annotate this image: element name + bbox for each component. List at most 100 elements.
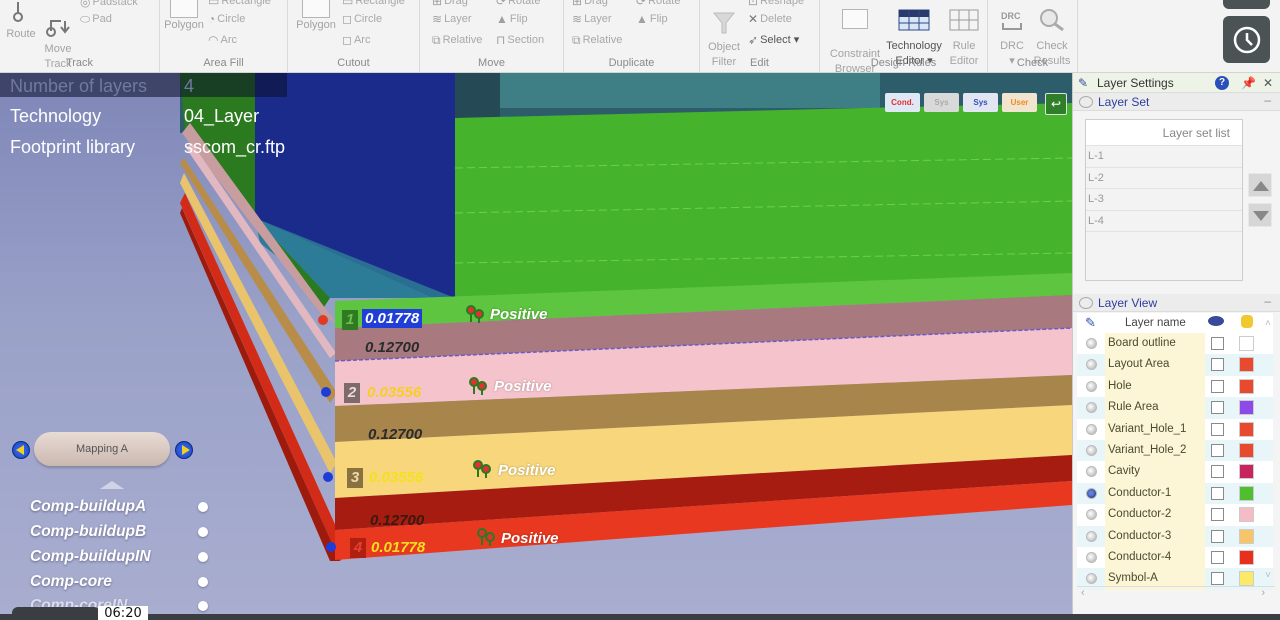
active-layer-radio[interactable] [1086,530,1097,542]
help-icon[interactable]: ? [1215,76,1229,90]
cutout-circle-button[interactable]: ◻ Circle [342,12,382,26]
dielectric-1-thickness[interactable]: 0.12700 [365,339,419,356]
layer-1-marker[interactable] [318,315,328,325]
move-rotate-button[interactable]: ⟳ Rotate [496,0,540,8]
visibility-checkbox[interactable] [1211,337,1224,350]
area-fill-arc-button[interactable]: ◠ Arc [208,33,237,47]
active-layer-radio[interactable] [1086,359,1097,371]
layer-view-row[interactable]: Conductor-1 [1077,482,1273,505]
collapse-caret-icon[interactable] [100,481,124,489]
delete-button[interactable]: ✕ Delete [748,12,792,26]
mapping-item-radio[interactable] [198,552,208,562]
visibility-checkbox[interactable] [1211,551,1224,564]
layer-set-item[interactable]: L-2 [1086,168,1242,189]
active-layer-radio[interactable] [1086,338,1097,349]
mapping-item[interactable]: Comp-core [30,573,112,591]
technology-editor-button[interactable]: Technology Editor ▾ [882,0,946,84]
layer-view-row[interactable]: Rule Area [1077,397,1273,419]
return-button[interactable]: ↩ [1045,93,1067,115]
mapping-item-radio[interactable] [198,601,208,611]
active-layer-radio[interactable] [1086,445,1097,456]
visibility-checkbox[interactable] [1211,465,1224,479]
mapping-item[interactable]: Comp-buildupB [30,523,146,541]
layer-view-row[interactable]: Layout Area [1077,354,1273,376]
layer-view-header[interactable]: Layer View – [1073,294,1280,312]
layer-color-swatch[interactable] [1239,421,1254,437]
active-layer-radio[interactable] [1086,402,1097,414]
layer-color-swatch[interactable] [1239,507,1254,523]
move-drag-button[interactable]: ⊞ Drag [432,0,468,8]
mapping-prev-button[interactable] [12,441,30,459]
visibility-checkbox[interactable] [1211,401,1224,415]
history-button[interactable] [1223,16,1270,63]
layer-view-row[interactable]: Board outline [1077,333,1273,355]
mapping-item-radio[interactable] [198,577,208,587]
collapse-icon[interactable]: – [1264,93,1271,107]
layer-color-swatch[interactable] [1239,571,1254,587]
layer-color-swatch[interactable] [1239,443,1254,458]
duplicate-relative-button[interactable]: ⧉ Relative [572,33,622,47]
video-progress-bar[interactable] [0,614,1280,620]
area-fill-circle-button[interactable]: ◔ Circle [208,12,245,26]
active-layer-radio[interactable] [1086,552,1097,563]
layer-view-row[interactable]: Hole [1077,375,1273,398]
layer-4-polarity[interactable]: Positive [501,530,559,547]
layer-set-header[interactable]: Layer Set – [1073,93,1280,111]
layer-4-marker[interactable] [326,542,336,552]
visibility-eye-icon[interactable] [1208,316,1224,326]
mode-tab-user[interactable]: User [1002,93,1037,112]
layer-2-thickness[interactable]: 0.03556 [367,384,421,401]
active-layer-radio[interactable] [1086,466,1097,478]
layer-view-row[interactable]: Variant_Hole_1 [1077,418,1273,440]
dielectric-3-thickness[interactable]: 0.12700 [370,512,424,529]
cutout-polygon-button[interactable]: Polygon [294,0,338,33]
layer-set-move-down-button[interactable] [1248,203,1272,227]
mapping-item[interactable]: Comp-buildupIN [30,548,151,566]
edit-pencil-icon[interactable]: ✎ [1085,315,1096,331]
dielectric-2-thickness[interactable]: 0.12700 [368,426,422,443]
visibility-checkbox[interactable] [1211,422,1224,436]
mode-tab-sys[interactable]: Sys [963,93,998,112]
layer-1-thickness-input[interactable]: 0.01778 [362,309,423,328]
duplicate-drag-button[interactable]: ⊞ Drag [572,0,608,8]
pad-button[interactable]: ⬭ Pad [80,12,112,26]
reshape-button[interactable]: ⊡ Reshape [748,0,804,8]
active-layer-radio[interactable] [1086,423,1097,435]
visibility-checkbox[interactable] [1211,444,1224,457]
active-layer-radio[interactable] [1086,509,1097,521]
route-button[interactable]: Route [4,2,38,42]
layer-set-item[interactable]: L-1 [1086,146,1242,168]
mode-tab-sys-gray[interactable]: Sys [924,93,959,112]
horizontal-scrollbar[interactable]: ‹ › [1077,586,1275,600]
visibility-checkbox[interactable] [1211,379,1224,393]
select-dropdown[interactable]: ➶ Select ▾ [748,33,799,47]
layer-set-move-up-button[interactable] [1248,173,1272,197]
layer-view-row[interactable]: Conductor-3 [1077,525,1273,547]
move-relative-button[interactable]: ⧉ Relative [432,33,482,47]
active-layer-radio[interactable] [1086,487,1097,499]
active-layer-radio[interactable] [1086,380,1097,392]
area-fill-polygon-button[interactable]: Polygon [162,0,206,33]
move-section-button[interactable]: ⊓ Section [496,33,544,47]
layer-set-item[interactable]: L-3 [1086,189,1242,211]
visibility-checkbox[interactable] [1211,358,1224,372]
layer-color-swatch[interactable] [1239,528,1254,544]
mode-tab-cond[interactable]: Cond. [885,93,920,112]
layer-2-polarity[interactable]: Positive [494,378,552,395]
duplicate-flip-button[interactable]: ▲ Flip [636,12,668,26]
mapping-item[interactable]: Comp-buildupA [30,498,146,516]
layer-color-swatch[interactable] [1239,357,1254,373]
layer-4-thickness[interactable]: 0.01778 [371,539,425,556]
padstack-button[interactable]: ◎ Padstack [80,0,138,9]
layer-1-polarity[interactable]: Positive [490,306,548,323]
layer-view-row[interactable]: Variant_Hole_2 [1077,440,1273,462]
cutout-arc-button[interactable]: ◻ Arc [342,33,370,47]
layer-color-swatch[interactable] [1239,550,1254,565]
scroll-right-icon[interactable]: › [1261,587,1265,599]
duplicate-layer-button[interactable]: ≋ Layer [572,12,612,26]
collapse-icon[interactable]: – [1264,294,1271,308]
3d-viewport[interactable]: Number of layers 4 Technology 04_Layer Foo… [0,73,1072,620]
duplicate-rotate-button[interactable]: ⟳ Rotate [636,0,680,8]
layer-3-polarity[interactable]: Positive [498,462,556,479]
mapping-item-radio[interactable] [198,502,208,512]
